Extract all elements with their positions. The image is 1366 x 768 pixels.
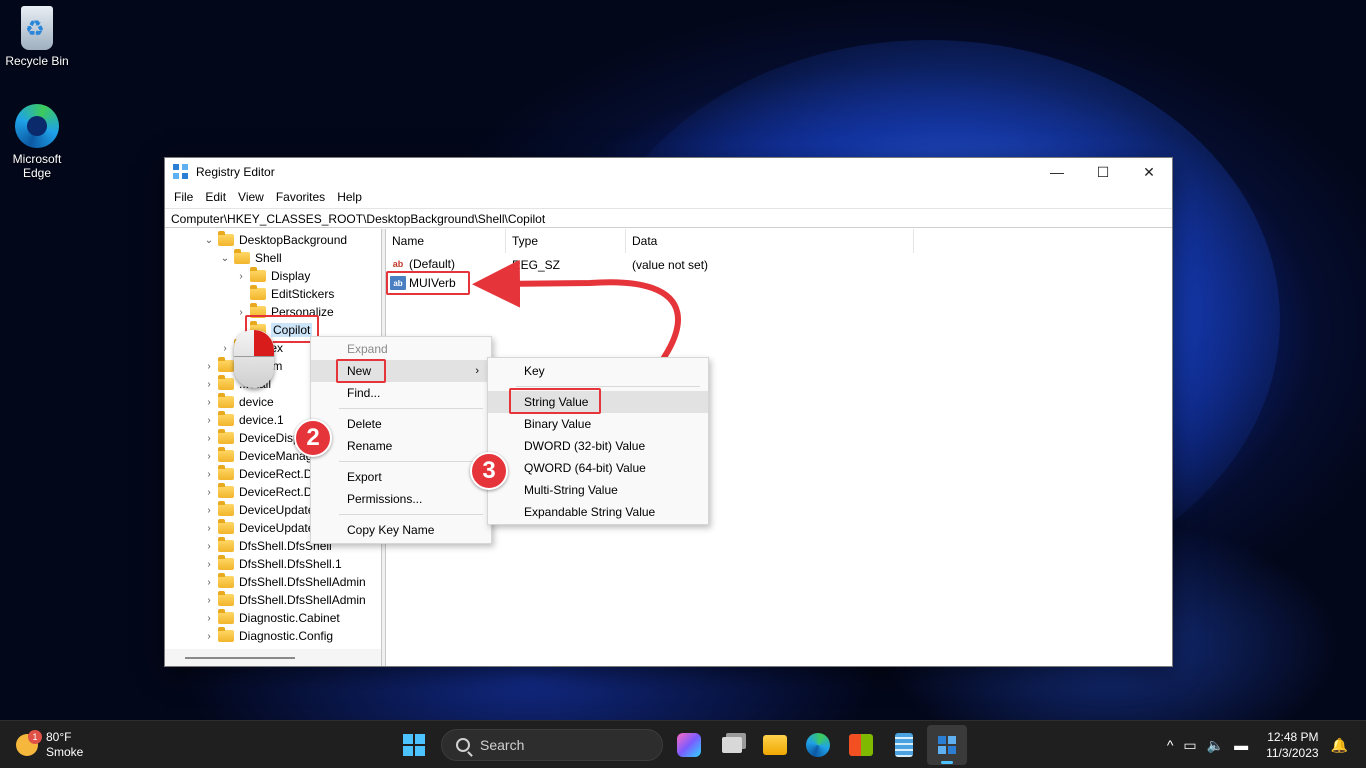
notification-badge: 1 bbox=[28, 730, 42, 744]
clock-date: 11/3/2023 bbox=[1266, 746, 1319, 760]
menu-item-find[interactable]: Find... bbox=[311, 382, 491, 404]
network-icon[interactable]: ▭ bbox=[1183, 737, 1196, 754]
new-submenu: Key String Value Binary Value DWORD (32-… bbox=[487, 357, 709, 525]
menu-item-rename[interactable]: Rename bbox=[311, 435, 491, 457]
store-icon[interactable] bbox=[841, 725, 881, 765]
windows-start-icon[interactable] bbox=[394, 725, 434, 765]
weather-condition: Smoke bbox=[46, 745, 84, 759]
clock-time: 12:48 PM bbox=[1267, 730, 1319, 744]
volume-icon[interactable]: 🔈 bbox=[1207, 737, 1224, 754]
search-placeholder: Search bbox=[480, 737, 525, 753]
edge-icon[interactable] bbox=[798, 725, 838, 765]
submenu-item-qword-value[interactable]: QWORD (64-bit) Value bbox=[488, 457, 708, 479]
menu-separator bbox=[339, 461, 483, 462]
step-badge-3: 3 bbox=[470, 452, 508, 490]
submenu-item-key[interactable]: Key bbox=[488, 360, 708, 382]
submenu-item-multi-string-value[interactable]: Multi-String Value bbox=[488, 479, 708, 501]
menu-item-export[interactable]: Export bbox=[311, 466, 491, 488]
chevron-up-icon[interactable]: ^ bbox=[1167, 737, 1174, 753]
submenu-item-string-value[interactable]: String Value bbox=[488, 391, 708, 413]
menu-separator bbox=[516, 386, 700, 387]
weather-widget[interactable]: 1 80°F Smoke bbox=[16, 727, 83, 763]
menu-item-new[interactable]: New › bbox=[311, 360, 491, 382]
submenu-item-dword-value[interactable]: DWORD (32-bit) Value bbox=[488, 435, 708, 457]
context-menu: Expand New › Find... Delete Rename Expor… bbox=[310, 336, 492, 544]
menu-item-copy-key-name[interactable]: Copy Key Name bbox=[311, 519, 491, 541]
search-icon bbox=[456, 738, 470, 752]
registry-editor-icon[interactable] bbox=[927, 725, 967, 765]
menu-item-permissions[interactable]: Permissions... bbox=[311, 488, 491, 510]
copilot-icon[interactable] bbox=[669, 725, 709, 765]
menu-item-label: New bbox=[347, 364, 372, 378]
menu-separator bbox=[339, 408, 483, 409]
submenu-item-binary-value[interactable]: Binary Value bbox=[488, 413, 708, 435]
mouse-right-click-icon bbox=[234, 330, 274, 388]
notification-bell-icon[interactable]: 🔔 bbox=[1331, 737, 1348, 754]
menu-item-delete[interactable]: Delete bbox=[311, 413, 491, 435]
chevron-right-icon: › bbox=[475, 365, 479, 377]
step-badge-2: 2 bbox=[294, 419, 332, 457]
weather-sun-icon: 1 bbox=[16, 730, 42, 756]
system-tray: ^ ▭ 🔈 ▬ 12:48 PM 11/3/2023 🔔 bbox=[1167, 727, 1348, 763]
notepad-icon[interactable] bbox=[884, 725, 924, 765]
taskbar-search-box[interactable]: Search bbox=[441, 729, 663, 761]
weather-temp: 80°F bbox=[46, 730, 72, 744]
battery-icon[interactable]: ▬ bbox=[1234, 737, 1248, 753]
menu-item-expand: Expand bbox=[347, 342, 388, 356]
file-explorer-icon[interactable] bbox=[755, 725, 795, 765]
menu-separator bbox=[339, 514, 483, 515]
taskbar: 1 80°F Smoke Search ^ ▭ 🔈 ▬ 12:48 PM 11/… bbox=[0, 720, 1366, 768]
submenu-item-expandable-string-value[interactable]: Expandable String Value bbox=[488, 501, 708, 523]
clock[interactable]: 12:48 PM 11/3/2023 bbox=[1266, 729, 1319, 761]
task-view-icon[interactable] bbox=[712, 725, 752, 765]
